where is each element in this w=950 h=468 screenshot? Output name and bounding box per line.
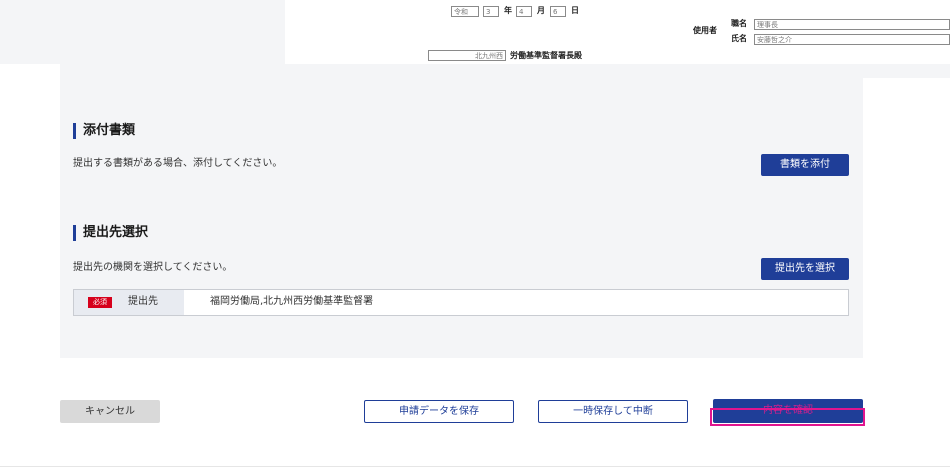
day-unit: 日 xyxy=(571,6,579,15)
year-field[interactable]: 3 xyxy=(483,6,499,17)
month-field[interactable]: 4 xyxy=(516,6,532,17)
era-field[interactable]: 令和 xyxy=(451,6,479,17)
panel-notch xyxy=(863,64,950,78)
confirm-highlight xyxy=(710,408,865,426)
name-label: 氏名 xyxy=(731,34,747,43)
cancel-button[interactable]: キャンセル xyxy=(60,400,160,423)
month-unit: 月 xyxy=(537,6,545,15)
destination-title: 提出先選択 xyxy=(73,225,148,241)
footer-divider xyxy=(0,466,950,467)
suspend-button[interactable]: 一時保存して中断 xyxy=(538,400,688,423)
attachments-title: 添付書類 xyxy=(73,123,135,139)
office-suffix: 労働基準監督署長殿 xyxy=(510,51,582,60)
destination-label: 提出先 xyxy=(128,296,158,307)
destination-description: 提出先の機関を選択してください。 xyxy=(73,262,233,273)
position-label: 職名 xyxy=(731,19,747,28)
attach-document-button[interactable]: 書類を添付 xyxy=(761,154,849,176)
name-field[interactable]: 安藤哲之介 xyxy=(754,34,950,45)
position-field[interactable]: 理事長 xyxy=(754,19,950,30)
required-badge: 必須 xyxy=(88,297,112,308)
select-destination-button[interactable]: 提出先を選択 xyxy=(761,258,849,280)
destination-row: 必須 提出先 福岡労働局,北九州西労働基準監督署 xyxy=(73,289,849,316)
form-preview: 令和 3 年 4 月 6 日 使用者 職名 理事長 氏名 安藤哲之介 北九州西 … xyxy=(285,0,950,64)
destination-value: 福岡労働局,北九州西労働基準監督署 xyxy=(210,296,374,307)
day-field[interactable]: 6 xyxy=(550,6,566,17)
employer-label: 使用者 xyxy=(693,26,717,35)
attachments-description: 提出する書類がある場合、添付してください。 xyxy=(73,158,283,169)
save-application-button[interactable]: 申請データを保存 xyxy=(364,400,514,423)
year-unit: 年 xyxy=(504,6,512,15)
destination-label-cell: 必須 提出先 xyxy=(74,290,184,315)
top-gutter xyxy=(0,0,285,64)
office-field[interactable]: 北九州西 xyxy=(428,50,506,61)
